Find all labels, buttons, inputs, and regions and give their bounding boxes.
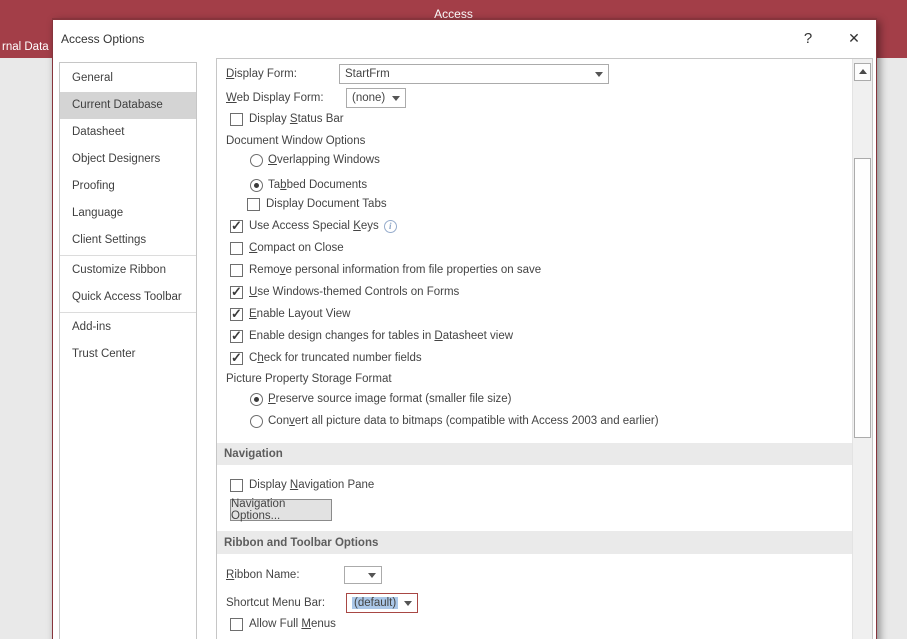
web-display-form-value: (none) <box>352 92 386 104</box>
sidebar-item-object-designers[interactable]: Object Designers <box>60 146 196 173</box>
sidebar-item-general[interactable]: General <box>60 65 196 92</box>
enable-design-changes-row: Enable design changes for tables in Data… <box>217 328 852 344</box>
ribbon-name-label: Ribbon Name: <box>226 569 300 581</box>
overlapping-windows-radio[interactable] <box>250 153 263 167</box>
preserve-source-label: Preserve source image format (smaller fi… <box>268 393 512 405</box>
vertical-scrollbar[interactable] <box>852 59 872 639</box>
preserve-source-row: Preserve source image format (smaller fi… <box>217 392 852 406</box>
overlapping-windows-label: Overlapping Windows <box>268 154 380 166</box>
preserve-source-radio[interactable] <box>250 392 263 406</box>
info-icon[interactable]: i <box>383 219 397 233</box>
use-access-special-keys-checkbox[interactable] <box>230 218 243 234</box>
ribbon-tab-external-data[interactable]: rnal Data <box>2 41 49 53</box>
scrollbar-thumb[interactable] <box>854 158 871 438</box>
use-windows-themed-checkbox[interactable] <box>230 284 243 300</box>
ribbon-name-dropdown[interactable] <box>344 566 382 584</box>
allow-full-menus-checkbox[interactable] <box>230 617 243 631</box>
display-form-label: Display Form: <box>226 68 297 80</box>
use-access-special-keys-label: Use Access Special Keys <box>249 220 379 232</box>
display-form-dropdown[interactable]: StartFrm <box>339 64 609 84</box>
web-display-form-dropdown[interactable]: (none) <box>346 88 406 108</box>
navigation-section-header: Navigation <box>217 443 852 465</box>
picture-property-storage-label: Picture Property Storage Format <box>226 373 392 385</box>
check-truncated-row: Check for truncated number fields <box>217 350 852 366</box>
remove-personal-info-checkbox[interactable] <box>230 263 243 277</box>
sidebar-item-trust-center[interactable]: Trust Center <box>60 341 196 368</box>
enable-design-changes-checkbox[interactable] <box>230 328 243 344</box>
document-window-options-label: Document Window Options <box>226 135 366 147</box>
enable-design-changes-label: Enable design changes for tables in Data… <box>249 330 514 342</box>
sidebar-item-customize-ribbon[interactable]: Customize Ribbon <box>60 257 196 284</box>
options-panel-content: Display Form: StartFrm Web Display Form:… <box>217 59 852 639</box>
enable-layout-view-label: Enable Layout View <box>249 308 351 320</box>
compact-on-close-row: Compact on Close <box>217 241 852 255</box>
sidebar-divider <box>60 312 196 313</box>
display-document-tabs-row: Display Document Tabs <box>217 197 852 211</box>
display-status-bar-checkbox[interactable] <box>230 112 243 126</box>
close-icon[interactable]: ✕ <box>842 26 866 50</box>
display-navigation-pane-row: Display Navigation Pane <box>217 478 852 492</box>
shortcut-menu-bar-label: Shortcut Menu Bar: <box>226 597 326 609</box>
enable-layout-view-checkbox[interactable] <box>230 306 243 322</box>
dialog-title: Access Options <box>61 32 145 46</box>
sidebar-item-add-ins[interactable]: Add-ins <box>60 314 196 341</box>
check-truncated-label: Check for truncated number fields <box>249 352 422 364</box>
sidebar-item-current-database[interactable]: Current Database <box>60 92 196 119</box>
chevron-down-icon <box>368 573 376 578</box>
sidebar-divider <box>60 255 196 256</box>
sidebar-item-language[interactable]: Language <box>60 200 196 227</box>
use-windows-themed-row: Use Windows-themed Controls on Forms <box>217 284 852 300</box>
sidebar: General Current Database Datasheet Object D… <box>59 62 197 639</box>
display-navigation-pane-label: Display Navigation Pane <box>249 479 375 491</box>
allow-full-menus-label: Allow Full Menus <box>249 618 336 630</box>
sidebar-item-datasheet[interactable]: Datasheet <box>60 119 196 146</box>
sidebar-item-proofing[interactable]: Proofing <box>60 173 196 200</box>
tabbed-documents-label: Tabbed Documents <box>268 179 368 191</box>
overlapping-windows-row: Overlapping Windows <box>217 153 852 167</box>
enable-layout-view-row: Enable Layout View <box>217 306 852 322</box>
scroll-up-icon[interactable] <box>854 63 871 81</box>
convert-bitmaps-label: Convert all picture data to bitmaps (com… <box>268 415 659 427</box>
use-access-special-keys-row: Use Access Special Keys i <box>217 218 852 234</box>
display-document-tabs-checkbox[interactable] <box>247 197 260 211</box>
help-icon[interactable]: ? <box>796 26 820 50</box>
options-panel: Display Form: StartFrm Web Display Form:… <box>216 58 873 639</box>
compact-on-close-checkbox[interactable] <box>230 241 243 255</box>
ribbon-toolbar-section-header: Ribbon and Toolbar Options <box>217 531 852 554</box>
chevron-down-icon <box>595 72 603 77</box>
sidebar-item-client-settings[interactable]: Client Settings <box>60 227 196 254</box>
web-display-form-label: Web Display Form: <box>226 92 324 104</box>
allow-full-menus-row: Allow Full Menus <box>217 617 852 631</box>
shortcut-menu-bar-dropdown[interactable]: (default) <box>346 593 418 613</box>
sidebar-list: General Current Database Datasheet Object D… <box>60 65 196 368</box>
chevron-down-icon <box>404 601 412 606</box>
navigation-options-button[interactable]: Navigation Options... <box>230 498 332 522</box>
display-document-tabs-label: Display Document Tabs <box>266 198 387 210</box>
check-truncated-checkbox[interactable] <box>230 350 243 366</box>
remove-personal-info-row: Remove personal information from file pr… <box>217 263 852 277</box>
display-form-value: StartFrm <box>345 68 390 80</box>
display-navigation-pane-checkbox[interactable] <box>230 478 243 492</box>
chevron-down-icon <box>392 96 400 101</box>
tabbed-documents-radio[interactable] <box>250 178 263 192</box>
sidebar-item-quick-access-toolbar[interactable]: Quick Access Toolbar <box>60 284 196 311</box>
remove-personal-info-label: Remove personal information from file pr… <box>249 264 542 276</box>
ribbon-name-row: Ribbon Name: <box>217 565 852 585</box>
tabbed-documents-row: Tabbed Documents <box>217 178 852 192</box>
compact-on-close-label: Compact on Close <box>249 242 344 254</box>
web-display-form-row: Web Display Form: <box>217 88 852 108</box>
convert-bitmaps-radio[interactable] <box>250 414 263 428</box>
shortcut-menu-bar-value: (default) <box>352 597 399 609</box>
shortcut-menu-bar-row: Shortcut Menu Bar: <box>217 593 852 613</box>
display-status-bar-label: Display Status Bar <box>249 113 344 125</box>
use-windows-themed-label: Use Windows-themed Controls on Forms <box>249 286 460 298</box>
screen: Access rnal Data Access Options ? ✕ Gene… <box>0 0 907 639</box>
convert-bitmaps-row: Convert all picture data to bitmaps (com… <box>217 414 852 428</box>
access-options-dialog: Access Options ? ✕ General Current Databa… <box>52 18 877 639</box>
display-status-bar-row: Display Status Bar <box>217 112 852 126</box>
